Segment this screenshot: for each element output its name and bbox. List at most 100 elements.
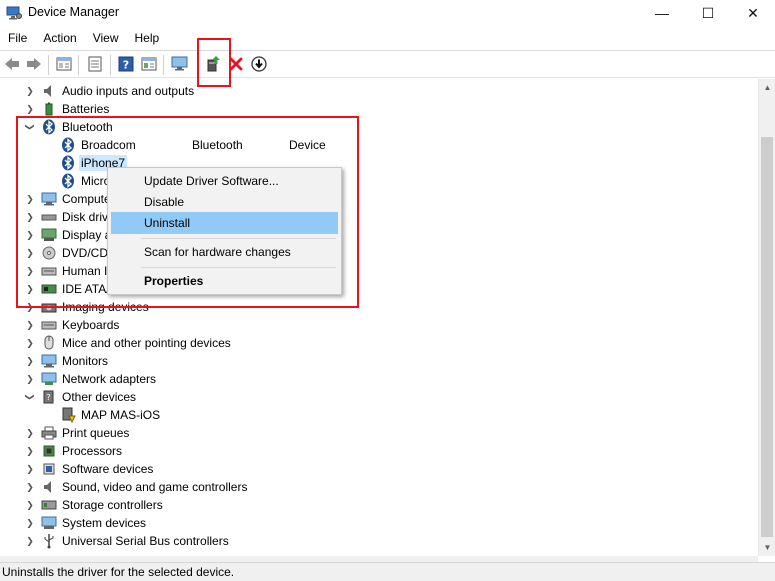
tree-item-label: Other devices: [62, 390, 137, 404]
expand-arrow-icon[interactable]: ❯: [24, 517, 36, 529]
keyboard-icon: [41, 317, 57, 333]
expand-arrow-icon[interactable]: ❯: [24, 427, 36, 439]
tree-item-storage-controllers[interactable]: ❯ Storage controllers: [0, 496, 400, 514]
scrollbar-thumb[interactable]: [761, 137, 773, 537]
minimize-icon: —: [655, 5, 669, 21]
device-manager-app-icon: [6, 6, 22, 20]
tree-item-label: Batteries: [62, 102, 110, 116]
storage-controller-icon: [41, 497, 57, 513]
back-icon: [4, 57, 20, 74]
speaker-icon: [41, 83, 57, 99]
toolbar-separator: [48, 55, 49, 75]
tree-item-label: System devices: [62, 516, 147, 530]
speaker-icon: [41, 479, 57, 495]
tree-item-usb[interactable]: ❯ Universal Serial Bus controllers: [0, 532, 400, 550]
minimize-button[interactable]: —: [639, 0, 685, 26]
tree-item-monitors[interactable]: ❯ Monitors: [0, 352, 400, 370]
printer-icon: [41, 425, 57, 441]
network-adapter-icon: [41, 371, 57, 387]
expand-arrow-icon[interactable]: ❯: [24, 85, 36, 97]
expand-arrow-icon[interactable]: ❯: [24, 103, 36, 115]
show-hidden-button[interactable]: [139, 55, 159, 75]
tree-item-sound-video[interactable]: ❯ Sound, video and game controllers: [0, 478, 400, 496]
tree-item-label: Software devices: [62, 462, 154, 476]
maximize-icon: ☐: [701, 4, 715, 21]
expand-arrow-icon[interactable]: ❯: [24, 319, 36, 331]
expand-arrow-icon[interactable]: ❯: [24, 355, 36, 367]
system-device-icon: [41, 515, 57, 531]
properties-sheet-button[interactable]: [54, 55, 74, 75]
expand-arrow-icon[interactable]: ❯: [24, 337, 36, 349]
expand-arrow-icon[interactable]: ❯: [24, 535, 36, 547]
usb-icon: [41, 533, 57, 549]
tree-item-processors[interactable]: ❯ Processors: [0, 442, 400, 460]
help-button[interactable]: ?: [116, 55, 136, 75]
tree-item-print-queues[interactable]: ❯ Print queues: [0, 424, 400, 442]
tree-item-label: MAP MAS-iOS: [81, 408, 161, 422]
uninstall-icon: [229, 57, 243, 74]
scan-hardware-icon: [171, 56, 189, 75]
collapse-arrow-icon[interactable]: ❯: [24, 391, 36, 403]
tree-item-label: Network adapters: [62, 372, 157, 386]
toolbar-separator: [163, 55, 164, 75]
close-button[interactable]: ✕: [730, 0, 775, 26]
expand-arrow-icon[interactable]: ❯: [24, 481, 36, 493]
tree-item-label: Universal Serial Bus controllers: [62, 534, 229, 548]
processor-icon: [41, 443, 57, 459]
mouse-icon: [41, 335, 57, 351]
toolbar: ?: [0, 50, 775, 78]
maximize-button[interactable]: ☐: [685, 0, 731, 26]
menu-file[interactable]: File: [0, 29, 35, 49]
forward-button[interactable]: [24, 55, 44, 75]
menu-action[interactable]: Action: [35, 29, 84, 49]
update-list-button[interactable]: [85, 55, 105, 75]
menu-view[interactable]: View: [85, 29, 127, 49]
tree-item-label: Storage controllers: [62, 498, 163, 512]
title-bar: Device Manager — ☐ ✕: [0, 0, 775, 28]
back-button[interactable]: [2, 55, 22, 75]
help-icon: ?: [118, 56, 134, 75]
tree-item-label: Mice and other pointing devices: [62, 336, 231, 350]
properties-sheet-icon: [56, 56, 72, 75]
annotation-box-toolbar: [197, 38, 231, 87]
tree-item-label: Processors: [62, 444, 123, 458]
tree-item-label: Keyboards: [62, 318, 120, 332]
tree-item-label: Audio inputs and outputs: [62, 84, 195, 98]
svg-text:?: ?: [123, 58, 129, 71]
disable-button[interactable]: [249, 55, 269, 75]
window-title: Device Manager: [28, 5, 120, 19]
tree-item-mice[interactable]: ❯ Mice and other pointing devices: [0, 334, 400, 352]
tree-item-label: Monitors: [62, 354, 109, 368]
svg-text:?: ?: [46, 393, 50, 402]
tree-item-label: Sound, video and game controllers: [62, 480, 248, 494]
scroll-down-arrow-icon[interactable]: ▼: [759, 539, 775, 556]
tree-item-system-devices[interactable]: ❯ System devices: [0, 514, 400, 532]
vertical-scrollbar[interactable]: ▲ ▼: [758, 79, 775, 556]
expand-arrow-icon[interactable]: ❯: [24, 499, 36, 511]
expand-arrow-icon[interactable]: ❯: [24, 463, 36, 475]
tree-item-network[interactable]: ❯ Network adapters: [0, 370, 400, 388]
battery-icon: [41, 101, 57, 117]
monitor-icon: [41, 353, 57, 369]
tree-item-keyboards[interactable]: ❯ Keyboards: [0, 316, 400, 334]
unknown-device-icon: ?: [41, 389, 57, 405]
status-bar: Uninstalls the driver for the selected d…: [0, 562, 775, 581]
tree-item-software-devices[interactable]: ❯ Software devices: [0, 460, 400, 478]
warning-device-icon: [60, 407, 76, 423]
scan-hardware-button[interactable]: [170, 55, 190, 75]
forward-icon: [26, 57, 42, 74]
menu-bar: File Action View Help: [0, 29, 775, 49]
toolbar-separator: [78, 55, 79, 75]
tree-item-map-mas-ios[interactable]: MAP MAS-iOS: [0, 406, 400, 424]
close-icon: ✕: [747, 4, 759, 21]
toolbar-separator: [110, 55, 111, 75]
annotation-box-bluetooth: [16, 116, 359, 308]
show-hidden-icon: [141, 56, 157, 75]
menu-help[interactable]: Help: [127, 29, 168, 49]
status-text: Uninstalls the driver for the selected d…: [2, 565, 235, 579]
tree-item-label: Print queues: [62, 426, 130, 440]
scroll-up-arrow-icon[interactable]: ▲: [759, 79, 775, 96]
expand-arrow-icon[interactable]: ❯: [24, 373, 36, 385]
tree-item-other-devices[interactable]: ❯ ? Other devices: [0, 388, 400, 406]
expand-arrow-icon[interactable]: ❯: [24, 445, 36, 457]
